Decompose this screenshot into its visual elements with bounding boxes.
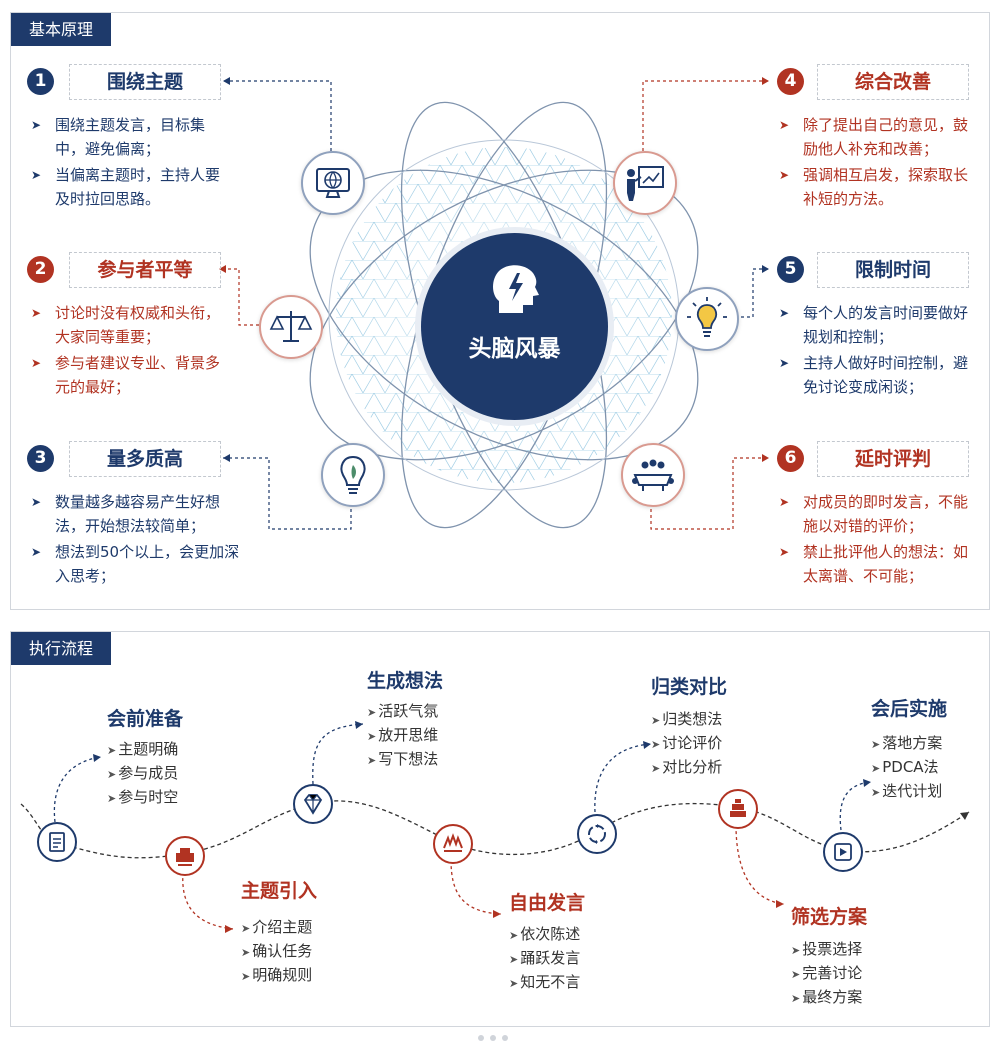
principle-1-bullet-2: 当偏离主题时，主持人要及时拉回思路。: [29, 163, 229, 211]
step-4-node: [433, 824, 473, 864]
step-2-title: 主题引入: [241, 880, 318, 902]
step-2-item: 介绍主题: [241, 916, 312, 940]
brainstorm-core: 头脑风暴: [421, 233, 608, 420]
center-label: 头脑风暴: [468, 336, 561, 362]
projector-icon: [176, 848, 194, 866]
step-7-title: 会后实施: [871, 698, 948, 720]
principle-1-bullet-1: 围绕主题发言，目标集中，避免偏离；: [29, 113, 229, 161]
principle-1-icon-circle: [301, 151, 365, 215]
step-1-title: 会前准备: [107, 708, 184, 730]
step-5-title: 归类对比: [651, 676, 728, 698]
principle-3-bullet-2: 想法到50个以上，会更加深入思考；: [29, 540, 247, 588]
step-6-item: 投票选择: [791, 938, 862, 962]
brain-head-icon: [493, 265, 539, 313]
step-6-item: 最终方案: [791, 986, 862, 1010]
presentation-board-icon: [627, 166, 664, 201]
principle-3-bullets: 数量越多越容易产生好想法，开始想法较简单； 想法到50个以上，会更加深入思考；: [29, 490, 247, 590]
step-1-item: 参与成员: [107, 762, 178, 786]
principle-6-bullet-1: 对成员的即时发言，不能施以对错的评价；: [777, 490, 982, 538]
principle-5-bullet-1: 每个人的发言时间要做好规划和控制；: [777, 301, 982, 349]
principle-3-badge: 3: [27, 445, 54, 472]
principle-6-icon-circle: [621, 443, 685, 507]
filter-stack-icon: [730, 799, 746, 817]
step-1-node: [37, 822, 77, 862]
principle-2-title: 参与者平等: [69, 252, 221, 288]
diamond-icon: [303, 794, 323, 815]
globe-monitor-icon: [316, 168, 350, 198]
step-3-title: 生成想法: [367, 670, 444, 692]
step-6-items: 投票选择 完善讨论 最终方案: [791, 938, 862, 1010]
principle-4-icon-circle: [613, 151, 677, 215]
principles-panel: 基本原理 头脑风暴 1 围绕主题 ➤ 围绕主题发言，目标集中，避免偏离； ➤ 当…: [10, 12, 990, 610]
principle-1-badge: 1: [27, 68, 54, 95]
step-4-title: 自由发言: [509, 892, 586, 914]
principle-2-bullet-1: 讨论时没有权威和头衔，大家同等重要；: [29, 301, 229, 349]
step-4-item: 踊跃发言: [509, 947, 580, 971]
principle-3-bullet-1: 数量越多越容易产生好想法，开始想法较简单；: [29, 490, 247, 538]
principle-3-icon-circle: [321, 443, 385, 507]
principle-5-badge: 5: [777, 256, 804, 283]
principle-1-title: 围绕主题: [69, 64, 221, 100]
step-2-node: [165, 836, 205, 876]
step-7-item: PDCA法: [871, 756, 942, 780]
speaking-hands-icon: [443, 833, 463, 852]
step-7-item: 迭代计划: [871, 780, 942, 804]
principle-4-title: 综合改善: [817, 64, 969, 100]
step-6-item: 完善讨论: [791, 962, 862, 986]
principle-3-title: 量多质高: [69, 441, 221, 477]
step-1-items: 主题明确 参与成员 参与时空: [107, 738, 178, 810]
process-panel: 执行流程 会前准备 ➤ 主题明确 ➤ 参与成员 ➤ 参与时空 主题引入 ➤ 介绍…: [10, 631, 990, 1027]
step-5-items: 归类想法 讨论评价 对比分析: [651, 708, 722, 780]
step-5-item: 讨论评价: [651, 732, 722, 756]
principle-5-icon-circle: [675, 287, 739, 351]
step-4-item: 知无不言: [509, 971, 580, 995]
principle-4-badge: 4: [777, 68, 804, 95]
step-2-item: 确认任务: [241, 940, 312, 964]
principle-5-bullet-2: 主持人做好时间控制，避免讨论变成闲谈；: [777, 351, 982, 399]
principle-1-bullets: 围绕主题发言，目标集中，避免偏离； 当偏离主题时，主持人要及时拉回思路。: [29, 113, 229, 213]
step-3-item: 活跃气氛: [367, 700, 438, 724]
principle-4-bullet-1: 除了提出自己的意见，鼓励他人补充和改善；: [777, 113, 982, 161]
checklist-icon: [49, 832, 65, 852]
step-1-item: 参与时空: [107, 786, 178, 810]
principle-6-bullet-2: 禁止批评他人的想法：如太离谱、不可能；: [777, 540, 982, 588]
principle-6-title: 延时评判: [817, 441, 969, 477]
step-3-item: 放开思维: [367, 724, 438, 748]
principle-2-icon-circle: [259, 295, 323, 359]
principle-6-badge: 6: [777, 445, 804, 472]
meeting-table-icon: [632, 459, 674, 491]
play-button-icon: [834, 843, 852, 861]
principle-6-bullets: 对成员的即时发言，不能施以对错的评价； 禁止批评他人的想法：如太离谱、不可能；: [777, 490, 982, 590]
principle-2-badge: 2: [27, 256, 54, 283]
step-3-node: [293, 784, 333, 824]
step-1-item: 主题明确: [107, 738, 178, 762]
step-4-items: 依次陈述 踊跃发言 知无不言: [509, 923, 580, 995]
step-2-items: 介绍主题 确认任务 明确规则: [241, 916, 312, 988]
step-6-title: 筛选方案: [791, 906, 868, 928]
section-tab-process: 执行流程: [11, 632, 112, 665]
step-3-items: 活跃气氛 放开思维 写下想法: [367, 700, 438, 772]
step-6-node: [718, 789, 758, 829]
light-bulb-icon: [687, 297, 727, 337]
step-5-node: [577, 814, 617, 854]
principle-5-title: 限制时间: [817, 252, 969, 288]
principle-2-bullets: 讨论时没有权威和头衔，大家同等重要； 参与者建议专业、背景多元的最好；: [29, 301, 229, 401]
principle-4-bullets: 除了提出自己的意见，鼓励他人补充和改善； 强调相互启发，探索取长补短的方法。: [777, 113, 982, 213]
step-7-node: [823, 832, 863, 872]
cycle-gear-icon: [588, 824, 606, 844]
principle-4-bullet-2: 强调相互启发，探索取长补短的方法。: [777, 163, 982, 211]
step-4-item: 依次陈述: [509, 923, 580, 947]
step-5-item: 对比分析: [651, 756, 722, 780]
balance-scale-icon: [269, 311, 313, 342]
step-7-item: 落地方案: [871, 732, 942, 756]
step-7-items: 落地方案 PDCA法 迭代计划: [871, 732, 942, 804]
section-tab-principles: 基本原理: [11, 13, 112, 46]
step-5-item: 归类想法: [651, 708, 722, 732]
step-3-item: 写下想法: [367, 748, 438, 772]
principle-2-bullet-2: 参与者建议专业、背景多元的最好；: [29, 351, 229, 399]
idea-bulb-icon: [340, 455, 366, 494]
principle-5-bullets: 每个人的发言时间要做好规划和控制； 主持人做好时间控制，避免讨论变成闲谈；: [777, 301, 982, 401]
step-2-item: 明确规则: [241, 964, 312, 988]
